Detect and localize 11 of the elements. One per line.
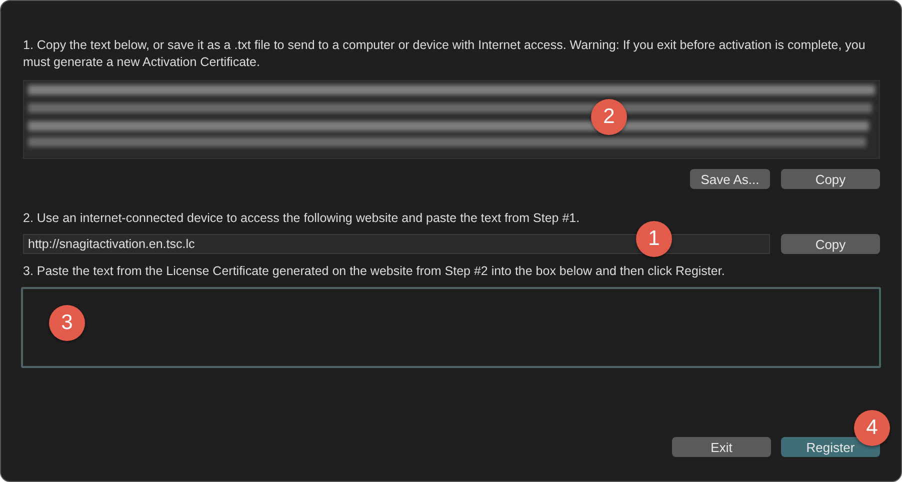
copy-button[interactable]: Copy [781,169,880,189]
register-button[interactable]: Register [781,437,880,457]
copy-button[interactable]: Copy [781,234,880,254]
instruction-text: 3. Paste the text from the License Certificate generated on the website from Step #2 into the box below and then click Register. [23,263,726,280]
step-number-badge: 1 [636,221,672,257]
save-as-button[interactable]: Save As... [690,169,770,189]
instruction-text: 1. Copy the text below, or save it as a .txt file to send to a computer or device with Internet access. Warning: If you exit before activation is complete, you must generate a new Activation Certificate. [23,37,866,71]
step-number-badge: 4 [854,410,890,446]
license-input-field[interactable] [21,287,881,368]
exit-button[interactable]: Exit [672,437,771,457]
instruction-text: 2. Use an internet-connected device to access the following website and paste the text from Step #1. [23,210,581,227]
